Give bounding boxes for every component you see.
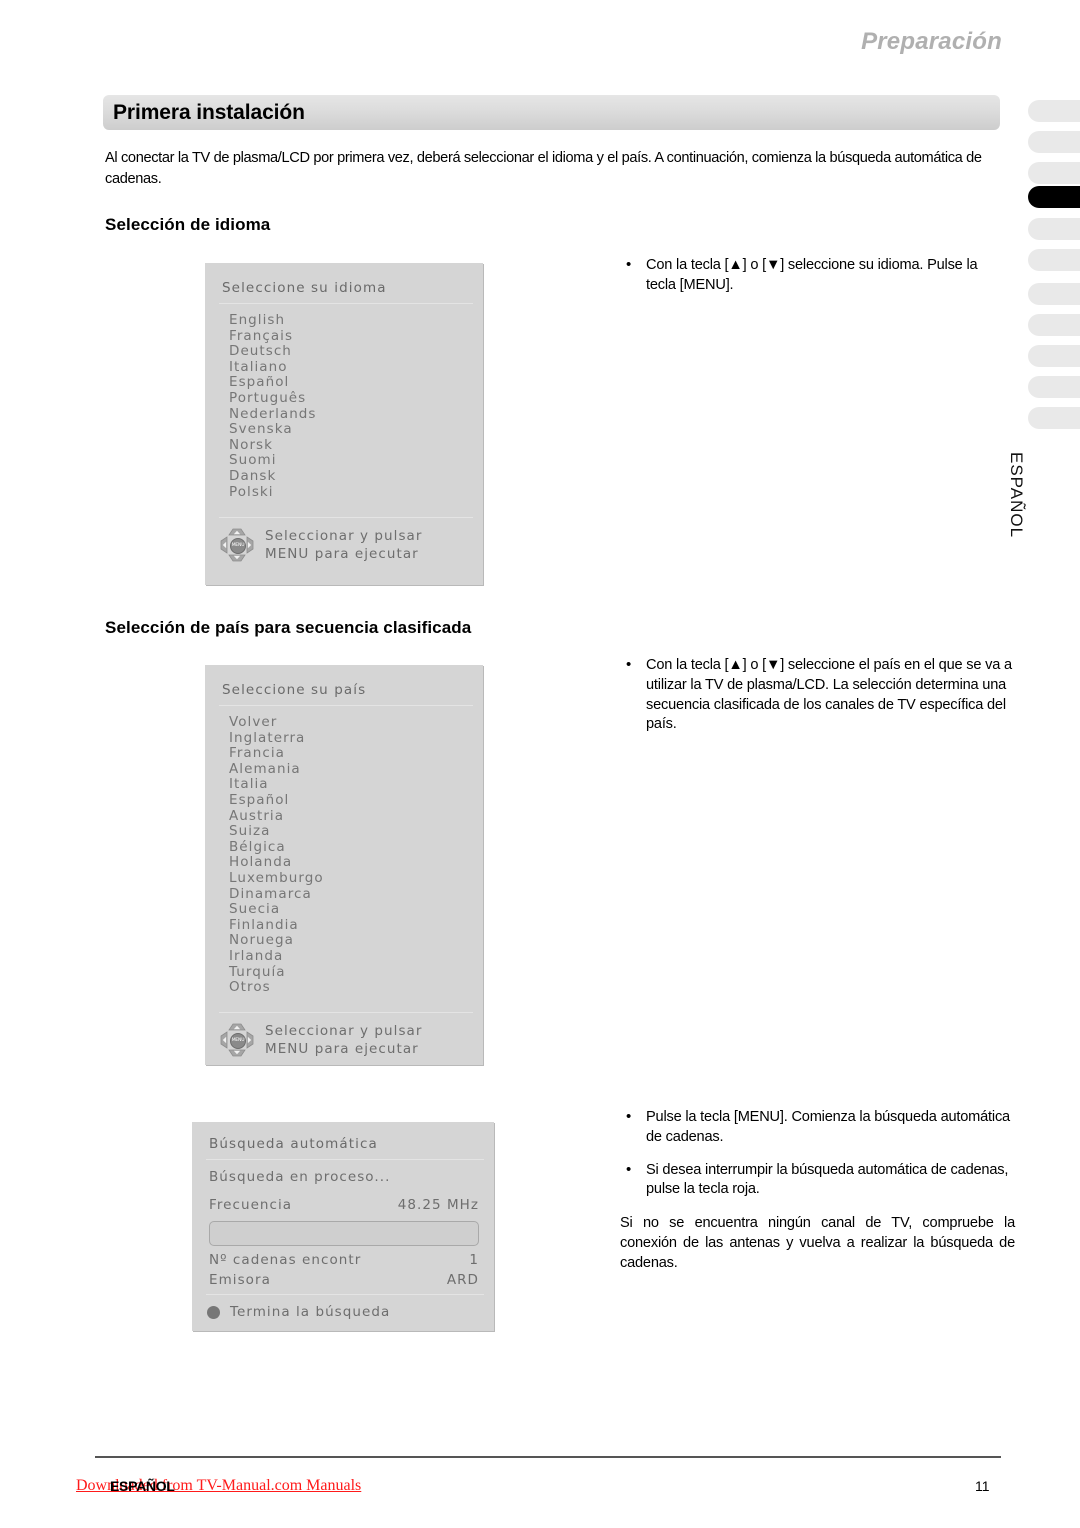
paragraph-search-note: Si no se encuentra ningún canal de TV, c… (620, 1215, 1015, 1271)
list-item[interactable]: Otros (229, 979, 483, 996)
list-item[interactable]: Francia (229, 746, 483, 762)
osd-search-status: Búsqueda en proceso... (209, 1169, 391, 1185)
list-item[interactable]: Luxemburgo (229, 870, 483, 887)
side-language-label: ESPAÑOL (1007, 452, 1026, 539)
list-item[interactable]: Turquía (229, 964, 483, 981)
list-item[interactable]: Volver (229, 714, 483, 731)
list-item[interactable]: Noruega (229, 933, 483, 949)
dpad-menu-hub: MENU (230, 1032, 246, 1049)
list-item[interactable]: Suecia (229, 902, 483, 918)
list-item[interactable]: Svenska (229, 422, 483, 438)
osd-language-list[interactable]: English Français Deutsch Italiano Españo… (205, 304, 483, 500)
list-item[interactable]: Alemania (229, 761, 483, 778)
osd-search-frequency-value: 48.25 MHz (397, 1197, 479, 1213)
osd-search-station-label: Emisora (209, 1272, 271, 1288)
heading-language-selection: Selección de idioma (105, 215, 271, 234)
osd-search-status-row: Búsqueda en proceso... (192, 1160, 494, 1185)
list-item[interactable]: Português (229, 390, 483, 407)
list-item[interactable]: Nederlands (229, 406, 483, 423)
footer-page-number: 11 (975, 1478, 990, 1494)
list-item[interactable]: Deutsch (229, 344, 483, 360)
side-tab-10[interactable] (1028, 407, 1080, 429)
osd-country-selection: Seleccione su país Volver Inglaterra Fra… (205, 665, 483, 1065)
bullet-search-2: Si desea interrumpir la búsqueda automát… (620, 1160, 1015, 1201)
list-item[interactable]: Dinamarca (229, 886, 483, 903)
osd-search-found-row: Nº cadenas encontr 1 (192, 1252, 494, 1268)
osd-language-title: Seleccione su idioma (222, 280, 387, 296)
osd-search-frequency-row: Frecuencia 48.25 MHz (192, 1185, 494, 1213)
osd-country-list[interactable]: Volver Inglaterra Francia Alemania Itali… (205, 706, 483, 996)
dpad-navigation-icon: MENU (220, 528, 254, 562)
list-item[interactable]: Español (229, 792, 483, 809)
side-tab-7[interactable] (1028, 314, 1080, 336)
page-title: Primera instalación (113, 101, 305, 124)
intro-paragraph: Al conectar la TV de plasma/LCD por prim… (105, 150, 982, 187)
list-item[interactable]: Finlandia (229, 917, 483, 934)
list-item[interactable]: Dansk (229, 468, 483, 485)
callout-country: Con la tecla [▲] o [▼] seleccione el paí… (620, 655, 1012, 735)
list-item[interactable]: Italia (229, 777, 483, 793)
list-item[interactable]: Suomi (229, 453, 483, 469)
list-item[interactable]: English (229, 312, 483, 329)
heading-country-selection: Selección de país para secuencia clasifi… (105, 618, 472, 637)
osd-auto-search: Búsqueda automática Búsqueda en proceso.… (192, 1122, 494, 1331)
side-tab-9[interactable] (1028, 376, 1080, 398)
side-tab-1[interactable] (1028, 131, 1080, 153)
list-item[interactable]: Suiza (229, 824, 483, 840)
osd-search-title: Búsqueda automática (209, 1136, 378, 1152)
list-item[interactable]: Holanda (229, 855, 483, 871)
osd-search-found-label: Nº cadenas encontr (209, 1252, 362, 1268)
dpad-navigation-icon: MENU (220, 1023, 254, 1057)
footer-divider (95, 1456, 1001, 1458)
osd-language-selection: Seleccione su idioma English Français De… (205, 263, 483, 585)
osd-language-footer: MENU Seleccionar y pulsar MENU para ejec… (205, 518, 483, 563)
list-item[interactable]: Polski (229, 484, 483, 501)
callout-language: Con la tecla [▲] o [▼] seleccione su idi… (620, 255, 1010, 296)
side-tab-0[interactable] (1028, 100, 1080, 122)
list-item[interactable]: Español (229, 375, 483, 391)
page-title-bar: Primera instalación (103, 95, 1000, 130)
osd-search-stop-label: Termina la búsqueda (230, 1304, 391, 1320)
list-item[interactable]: Bélgica (229, 839, 483, 856)
osd-country-footer-text: Seleccionar y pulsar MENU para ejecutar (265, 1022, 422, 1058)
osd-language-footer-line1: Seleccionar y pulsar (265, 528, 423, 545)
osd-language-footer-line2: MENU para ejecutar (265, 546, 419, 563)
osd-country-title: Seleccione su país (222, 682, 367, 698)
list-item[interactable]: Français (229, 328, 483, 345)
osd-search-station-row: Emisora ARD (192, 1268, 494, 1288)
osd-country-footer-line2: MENU para ejecutar (265, 1040, 419, 1057)
osd-search-stop-row[interactable]: Termina la búsqueda (192, 1295, 494, 1320)
osd-search-progress-bar (209, 1221, 479, 1246)
osd-search-found-value: 1 (469, 1252, 479, 1268)
footer-language: ESPAÑOL (110, 1478, 175, 1494)
osd-country-footer: MENU Seleccionar y pulsar MENU para ejec… (205, 1013, 483, 1058)
osd-language-footer-text: Seleccionar y pulsar MENU para ejecutar (265, 527, 422, 563)
red-button-icon (207, 1305, 220, 1319)
osd-country-footer-line1: Seleccionar y pulsar (265, 1022, 423, 1039)
side-tab-2[interactable] (1028, 162, 1080, 184)
list-item[interactable]: Italiano (229, 359, 483, 376)
bullet-language-1: Con la tecla [▲] o [▼] seleccione su idi… (620, 255, 1010, 296)
side-tab-5[interactable] (1028, 249, 1080, 271)
side-tab-6[interactable] (1028, 283, 1080, 305)
side-tab-4[interactable] (1028, 218, 1080, 240)
osd-search-frequency-label: Frecuencia (209, 1197, 293, 1213)
list-item[interactable]: Austria (229, 808, 483, 825)
list-item[interactable]: Irlanda (229, 948, 483, 965)
callout-search: Pulse la tecla [MENU]. Comienza la búsqu… (620, 1107, 1015, 1274)
osd-search-station-value: ARD (446, 1272, 479, 1288)
bullet-search-1: Pulse la tecla [MENU]. Comienza la búsqu… (620, 1107, 1015, 1148)
page-header-section: Preparación (861, 28, 1002, 55)
dpad-menu-hub: MENU (230, 538, 246, 555)
bullet-country-1: Con la tecla [▲] o [▼] seleccione el paí… (620, 655, 1012, 735)
list-item[interactable]: Inglaterra (229, 730, 483, 747)
list-item[interactable]: Norsk (229, 437, 483, 454)
side-tab-8[interactable] (1028, 345, 1080, 367)
side-tab-3-active[interactable] (1028, 186, 1080, 208)
